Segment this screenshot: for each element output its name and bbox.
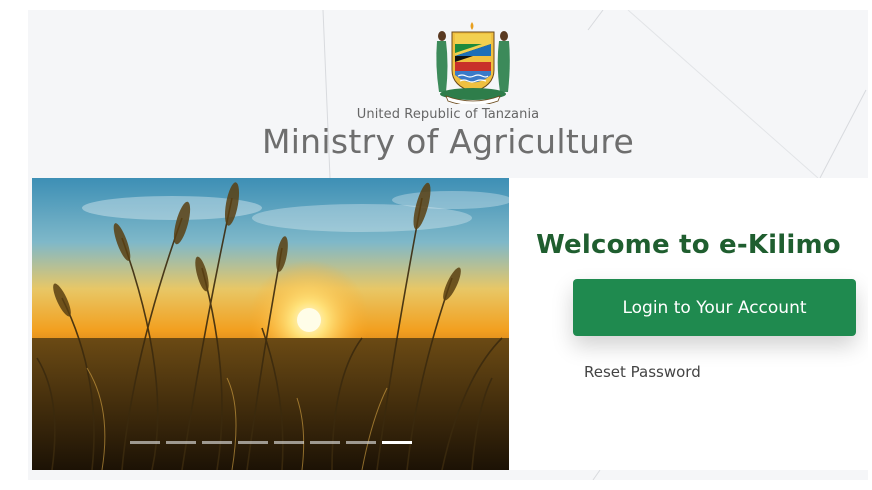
slide-indicator-active[interactable]	[382, 441, 412, 444]
reset-password-link[interactable]: Reset Password	[584, 363, 701, 381]
slide-indicator[interactable]	[166, 441, 196, 444]
slide-indicator[interactable]	[238, 441, 268, 444]
country-subtitle: United Republic of Tanzania	[356, 107, 540, 122]
slide-indicator[interactable]	[346, 441, 376, 444]
main-content: Welcome to e-Kilimo Login to Your Accoun…	[32, 178, 868, 470]
slide-indicator[interactable]	[202, 441, 232, 444]
login-panel: Welcome to e-Kilimo Login to Your Accoun…	[509, 178, 868, 470]
sunset-field-image	[32, 178, 509, 470]
slide-indicator[interactable]	[310, 441, 340, 444]
slider-indicators	[130, 441, 412, 445]
slide-indicator[interactable]	[274, 441, 304, 444]
header: United Republic of Tanzania Ministry of …	[28, 10, 868, 178]
page-title: Ministry of Agriculture	[261, 122, 635, 161]
page-panel: United Republic of Tanzania Ministry of …	[28, 10, 868, 480]
login-button[interactable]: Login to Your Account	[573, 279, 856, 336]
image-slider	[32, 178, 509, 470]
slide-indicator[interactable]	[130, 441, 160, 444]
welcome-heading: Welcome to e-Kilimo	[536, 230, 841, 260]
tanzania-coat-of-arms-icon	[436, 22, 510, 104]
